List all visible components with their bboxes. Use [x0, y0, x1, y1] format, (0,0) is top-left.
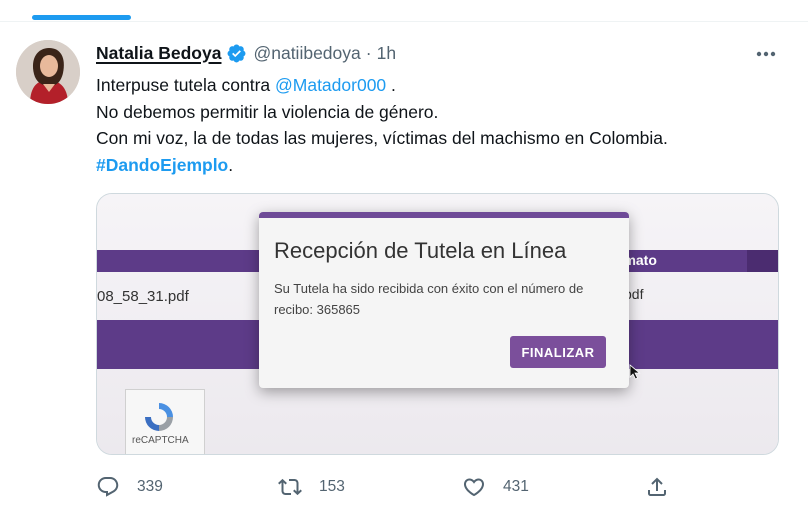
- heart-icon: [463, 478, 485, 497]
- retweet-count: 153: [319, 478, 345, 495]
- reply-icon: [97, 477, 119, 497]
- timeline-top-bar: [0, 0, 808, 22]
- verified-badge-icon: [226, 43, 247, 64]
- form-header-cell: [747, 250, 778, 272]
- recaptcha-label: reCAPTCHA: [132, 435, 189, 446]
- tweet-text-line: Interpuse tutela contra @Matador000 .: [96, 72, 786, 99]
- separator-dot: ·: [365, 42, 372, 63]
- recaptcha-widget: reCAPTCHA: [125, 389, 205, 454]
- retweet-icon: [278, 478, 302, 496]
- dialog-title: Recepción de Tutela en Línea: [274, 238, 567, 263]
- tweet-timestamp[interactable]: 1h: [377, 43, 396, 64]
- tweet-text: Interpuse tutela contra @Matador000 . No…: [96, 72, 786, 178]
- avatar[interactable]: [16, 40, 80, 104]
- avatar-photo: [16, 40, 80, 104]
- mouse-cursor-icon: [629, 364, 641, 380]
- tweet-header: Natalia Bedoya @natiibedoya · 1h: [96, 41, 396, 65]
- confirmation-dialog: Recepción de Tutela en Línea Su Tutela h…: [259, 212, 629, 388]
- hashtag-link[interactable]: #DandoEjemplo: [96, 155, 228, 175]
- share-icon: [648, 477, 666, 496]
- tweet-text-line: Con mi voz, la de todas las mujeres, víc…: [96, 128, 668, 148]
- more-options-button[interactable]: [748, 41, 784, 67]
- retweet-button[interactable]: 153: [278, 473, 345, 501]
- tweet[interactable]: Natalia Bedoya @natiibedoya · 1h Interpu…: [0, 23, 808, 512]
- display-name[interactable]: Natalia Bedoya: [96, 43, 221, 64]
- tweet-photo[interactable]: rmato 08_58_31.pdf pdf reCAPTCHA Recepci…: [96, 193, 779, 455]
- author-handle[interactable]: @natiibedoya: [253, 43, 360, 64]
- more-horizontal-icon: [756, 51, 776, 57]
- tweet-text-line: #DandoEjemplo.: [96, 152, 786, 179]
- active-tab-indicator: [32, 15, 131, 20]
- tweet-text-segment: Interpuse tutela contra: [96, 75, 275, 95]
- like-button[interactable]: 431: [462, 473, 529, 501]
- like-count: 431: [503, 478, 529, 495]
- file-name: 08_58_31.pdf: [97, 288, 189, 305]
- tweet-actions: 339 153 431: [96, 473, 696, 501]
- dialog-message: Su Tutela ha sido recibida con éxito con…: [274, 281, 584, 317]
- reply-count: 339: [137, 478, 163, 495]
- dialog-accent-bar: [259, 212, 629, 218]
- tweet-text-line: No debemos permitir la violencia de géne…: [96, 101, 439, 122]
- finalizar-button: FINALIZAR: [510, 336, 606, 368]
- recaptcha-icon: [145, 403, 173, 431]
- tweet-text-segment: .: [386, 75, 396, 95]
- mention-link[interactable]: @Matador000: [275, 75, 386, 95]
- tweet-text-segment: .: [228, 154, 234, 175]
- reply-button[interactable]: 339: [96, 473, 163, 501]
- share-button[interactable]: [645, 473, 669, 501]
